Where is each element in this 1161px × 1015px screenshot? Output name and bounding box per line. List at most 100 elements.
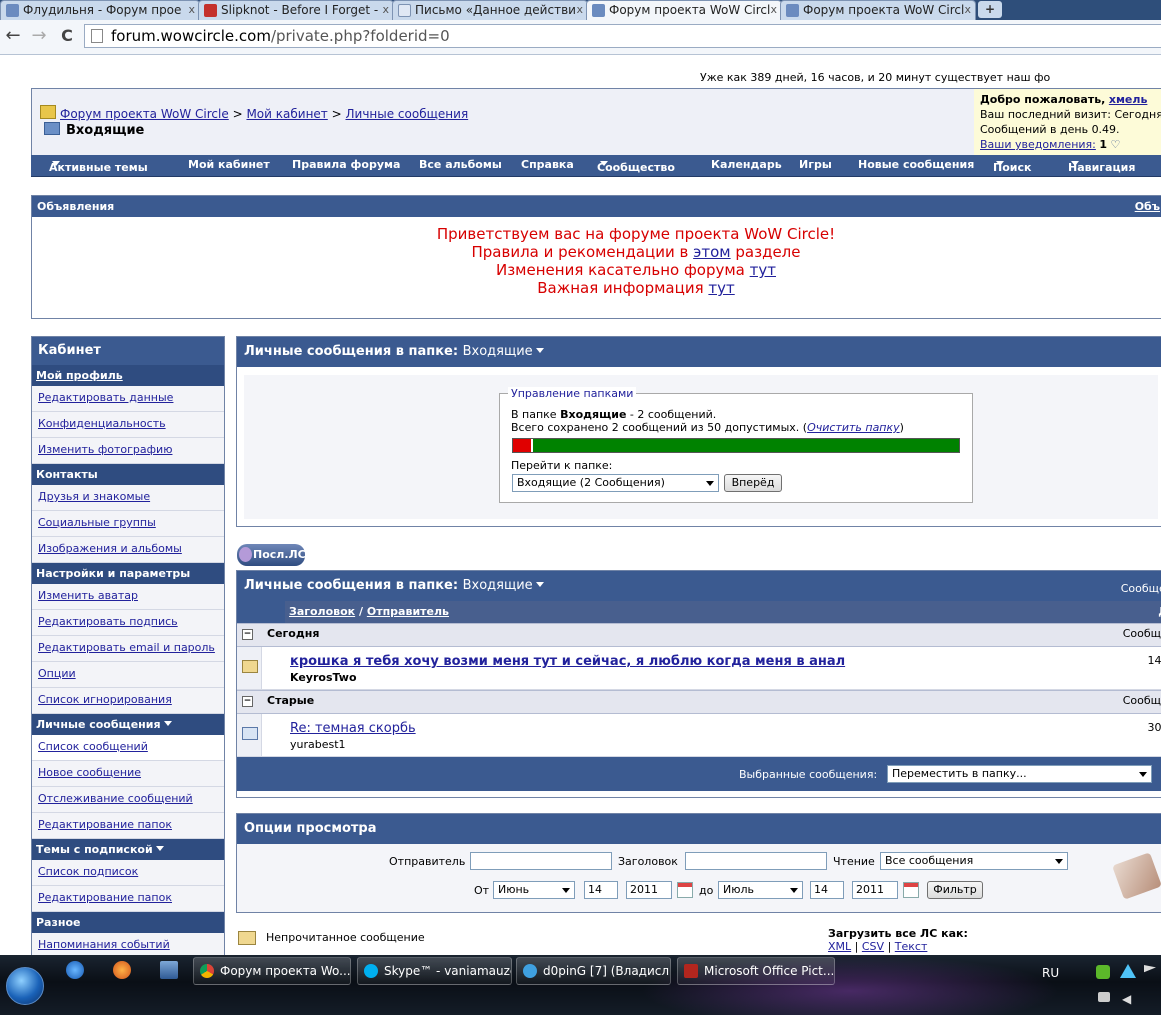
folder-dropdown[interactable]: Входящие — [463, 344, 544, 359]
sidebar-item-privacy[interactable]: Конфиденциальность — [32, 412, 224, 438]
sidebar-item-albums[interactable]: Изображения и альбомы — [32, 537, 224, 563]
sidebar-link[interactable]: Новое сообщение — [38, 766, 141, 779]
sender-input[interactable] — [470, 852, 612, 870]
sidebar-link[interactable]: Список игнорирования — [38, 693, 172, 706]
nav-new-posts[interactable]: Новые сообщения — [858, 158, 974, 171]
sidebar-item-options[interactable]: Опции — [32, 662, 224, 688]
close-icon[interactable]: x — [382, 1, 389, 19]
from-year-input[interactable]: 2011 — [626, 881, 672, 899]
nav-all-albums[interactable]: Все альбомы — [419, 158, 502, 171]
export-csv-link[interactable]: CSV — [862, 940, 884, 953]
folder-dropdown[interactable]: Входящие — [463, 578, 544, 593]
calendar-icon[interactable] — [903, 882, 919, 898]
breadcrumb-link-forum[interactable]: Форум проекта WoW Circle — [60, 107, 229, 121]
to-month-select[interactable]: Июль — [718, 881, 803, 899]
forward-arrow-icon[interactable]: → — [28, 25, 50, 47]
taskbar-picture-manager-window[interactable]: Microsoft Office Pict... — [677, 957, 835, 985]
sidebar-item-social-groups[interactable]: Социальные группы — [32, 511, 224, 537]
sidebar-item-change-photo[interactable]: Изменить фотографию — [32, 438, 224, 464]
reload-icon[interactable]: C — [56, 25, 78, 47]
message-title-link[interactable]: Re: темная скорбь — [290, 721, 416, 736]
firefox-icon[interactable] — [113, 961, 131, 979]
rules-link[interactable]: этом — [693, 243, 730, 261]
close-icon[interactable]: x — [964, 1, 971, 19]
collapse-toggle-icon[interactable]: − — [242, 629, 253, 640]
to-year-input[interactable]: 2011 — [852, 881, 898, 899]
taskbar-chrome-window[interactable]: Форум проекта Wo... — [193, 957, 351, 985]
sidebar-header-subscriptions[interactable]: Темы с подпиской — [32, 839, 224, 860]
my-profile-link[interactable]: Мой профиль — [36, 369, 123, 382]
browser-tab-3[interactable]: Письмо «Данное действи x — [392, 0, 588, 20]
browser-tab-5[interactable]: Форум проекта WoW Circl x — [780, 0, 976, 20]
sidebar-item-edit-folders[interactable]: Редактирование папок — [32, 813, 224, 839]
sidebar-link[interactable]: Список сообщений — [38, 740, 148, 753]
sidebar-link[interactable]: Редактировать подпись — [38, 615, 178, 628]
changes-link[interactable]: тут — [750, 261, 776, 279]
sort-by-sender-link[interactable]: Отправитель — [367, 605, 449, 618]
sidebar-link[interactable]: Изменить аватар — [38, 589, 138, 602]
sidebar-item-new-message[interactable]: Новое сообщение — [32, 761, 224, 787]
sidebar-item-message-list[interactable]: Список сообщений — [32, 735, 224, 761]
export-xml-link[interactable]: XML — [828, 940, 851, 953]
message-row[interactable]: крошка я тебя хочу возми меня тут и сейч… — [237, 647, 1161, 690]
breadcrumb-link-cabinet[interactable]: Мой кабинет — [246, 107, 327, 121]
sidebar-link[interactable]: Редактирование папок — [38, 818, 172, 831]
sidebar-item-edit-sub-folders[interactable]: Редактирование папок — [32, 886, 224, 912]
address-bar[interactable]: forum.wowcircle.com/private.php?folderid… — [84, 24, 1161, 48]
message-row[interactable]: Re: темная скорбь yurabest1 30.04 — [237, 714, 1161, 757]
sidebar-item-event-reminders[interactable]: Напоминания событий — [32, 933, 224, 955]
sidebar-link[interactable]: Редактировать email и пароль — [38, 641, 215, 654]
from-day-input[interactable]: 14 — [584, 881, 618, 899]
nav-community[interactable]: Сообщество — [597, 158, 675, 174]
sidebar-link[interactable]: Друзья и знакомые — [38, 490, 150, 503]
close-icon[interactable]: x — [188, 1, 195, 19]
title-input[interactable] — [685, 852, 827, 870]
sidebar-item-signature[interactable]: Редактировать подпись — [32, 610, 224, 636]
collapse-toggle-icon[interactable]: − — [242, 696, 253, 707]
sidebar-link[interactable]: Изображения и альбомы — [38, 542, 182, 555]
nav-help[interactable]: Справка — [521, 158, 574, 171]
to-day-input[interactable]: 14 — [810, 881, 844, 899]
internet-explorer-icon[interactable] — [66, 961, 84, 979]
sidebar-item-friends[interactable]: Друзья и знакомые — [32, 485, 224, 511]
nav-navigation[interactable]: Навигация — [1068, 158, 1135, 174]
important-link[interactable]: тут — [708, 279, 734, 297]
goto-folder-select[interactable]: Входящие (2 Сообщения) — [512, 474, 719, 492]
username-link[interactable]: хмель — [1109, 93, 1148, 106]
selected-action-select[interactable]: Переместить в папку... — [887, 765, 1152, 783]
back-arrow-icon[interactable]: ← — [2, 25, 24, 47]
language-indicator[interactable]: RU — [1042, 966, 1059, 980]
breadcrumb-link-pm[interactable]: Личные сообщения — [346, 107, 469, 121]
sidebar-item-edit-details[interactable]: Редактировать данные — [32, 386, 224, 412]
nav-active-topics[interactable]: Активные темы — [49, 158, 148, 174]
new-tab-button[interactable]: + — [978, 1, 1002, 18]
sidebar-link[interactable]: Напоминания событий — [38, 938, 170, 951]
sidebar-item-email-password[interactable]: Редактировать email и пароль — [32, 636, 224, 662]
browser-tab-2[interactable]: Slipknot - Before I Forget - x — [198, 0, 394, 20]
browser-tab-1[interactable]: Флудильня - Форум прое x — [0, 0, 200, 20]
export-text-link[interactable]: Текст — [895, 940, 928, 953]
browser-tab-4-active[interactable]: Форум проекта WoW Circl x — [586, 0, 782, 20]
from-month-select[interactable]: Июнь — [493, 881, 575, 899]
sidebar-link[interactable]: Опции — [38, 667, 76, 680]
announcements-right-link[interactable]: Объ — [1135, 196, 1160, 217]
start-button-icon[interactable] — [6, 967, 44, 1005]
goto-folder-button[interactable]: Вперёд — [724, 474, 782, 492]
nav-calendar[interactable]: Календарь — [711, 158, 782, 171]
clear-folder-link[interactable]: Очистить папку — [807, 421, 900, 434]
nav-games[interactable]: Игры — [799, 158, 832, 171]
sidebar-item-subscription-list[interactable]: Список подписок — [32, 860, 224, 886]
volume-icon[interactable]: ◀ — [1122, 992, 1131, 1006]
read-status-select[interactable]: Все сообщения — [880, 852, 1068, 870]
sort-by-title-link[interactable]: Заголовок — [289, 605, 355, 618]
sidebar-link[interactable]: Редактирование папок — [38, 891, 172, 904]
sidebar-item-avatar[interactable]: Изменить аватар — [32, 584, 224, 610]
nav-my-cabinet[interactable]: Мой кабинет — [188, 158, 270, 171]
notifications-link[interactable]: Ваши уведомления: — [980, 138, 1096, 151]
close-icon[interactable]: x — [576, 1, 583, 19]
network-icon[interactable] — [1098, 992, 1110, 1002]
sidebar-link[interactable]: Конфиденциальность — [38, 417, 166, 430]
sidebar-link[interactable]: Изменить фотографию — [38, 443, 172, 456]
filter-button[interactable]: Фильтр — [927, 881, 983, 899]
upload-arrow-icon[interactable] — [1120, 964, 1136, 978]
